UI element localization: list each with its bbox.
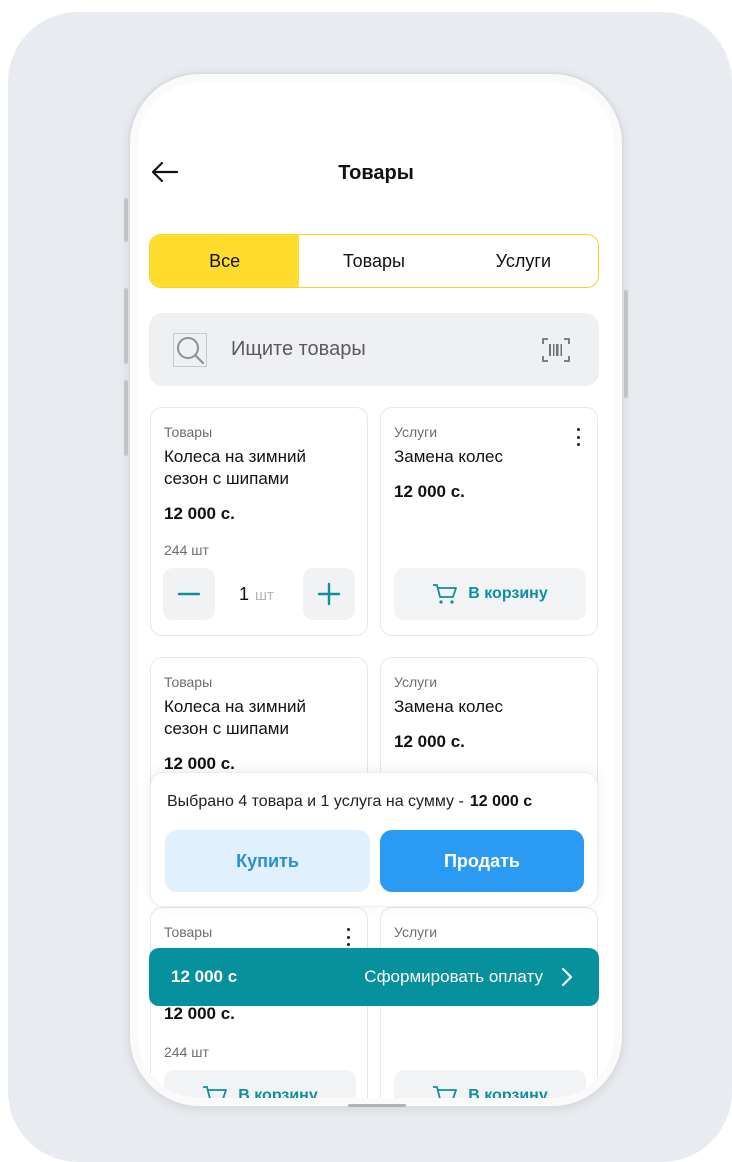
minus-icon — [177, 592, 201, 596]
increase-button[interactable] — [303, 568, 355, 620]
payment-label: Сформировать оплату — [364, 967, 543, 986]
card-category: Товары — [164, 424, 213, 440]
buy-button[interactable]: Купить — [165, 830, 370, 892]
card-name: Колеса на зимний сезон с шипами — [164, 697, 306, 738]
add-to-cart-button[interactable]: В корзину — [394, 1070, 586, 1098]
power-button — [624, 290, 628, 398]
more-vertical-icon[interactable] — [345, 928, 351, 946]
search-icon — [173, 333, 207, 367]
service-card[interactable]: Услуги Замена колес 12 000 с. В корзину — [380, 407, 598, 636]
quantity-unit: шт — [255, 587, 274, 604]
card-category: Услуги — [394, 924, 438, 940]
cart-button-label: В корзину — [468, 585, 548, 602]
add-to-cart-button[interactable]: В корзину — [164, 1070, 356, 1098]
tab-all[interactable]: Все — [150, 235, 300, 287]
decrease-button[interactable] — [163, 568, 215, 620]
card-price: 12 000 с. — [164, 1004, 235, 1023]
card-stock: 244 шт — [164, 542, 209, 558]
filter-tabs: Все Товары Услуги — [149, 234, 599, 288]
cart-icon — [433, 584, 458, 604]
page-title: Товары — [338, 162, 414, 184]
card-name: Замена колес — [394, 447, 504, 466]
app-screen: Товары Все Товары Услуги Товары Колеса н… — [138, 82, 614, 1098]
card-price: 12 000 с. — [164, 504, 235, 523]
cart-icon — [433, 1086, 458, 1098]
cart-button-label: В корзину — [238, 1087, 318, 1098]
card-price: 12 000 с. — [394, 482, 465, 501]
home-indicator — [348, 1104, 406, 1107]
card-name: Колеса на зимний сезон с шипами — [164, 447, 306, 488]
barcode-scan-icon[interactable] — [541, 337, 571, 363]
card-price: 12 000 с. — [164, 754, 235, 773]
card-name: Замена колес — [394, 697, 504, 716]
summary-text: Выбрано 4 товара и 1 услуга на сумму - 12… — [167, 793, 532, 811]
card-category: Услуги — [394, 424, 438, 440]
summary-amount: 12 000 с — [469, 793, 533, 810]
search-bar — [149, 313, 599, 386]
more-vertical-icon[interactable] — [575, 428, 581, 446]
product-card[interactable]: Товары Колеса на зимний сезон с шипами 1… — [150, 407, 368, 636]
tab-products[interactable]: Товары — [299, 235, 448, 287]
summary-description: Выбрано 4 товара и 1 услуга на сумму - — [167, 793, 464, 810]
add-to-cart-button[interactable]: В корзину — [394, 568, 586, 620]
sell-button[interactable]: Продать — [380, 830, 584, 892]
plus-icon — [317, 582, 341, 606]
card-price: 12 000 с. — [394, 732, 465, 751]
search-input[interactable] — [231, 313, 531, 386]
quantity-display: 1 шт — [239, 584, 274, 605]
tab-services[interactable]: Услуги — [449, 235, 598, 287]
selection-summary: Выбрано 4 товара и 1 услуга на сумму - 12… — [150, 772, 598, 907]
cart-icon — [203, 1086, 228, 1098]
card-category: Товары — [164, 924, 213, 940]
card-category: Товары — [164, 674, 213, 690]
card-stock: 244 шт — [164, 1044, 209, 1060]
create-payment-bar[interactable]: 12 000 с Сформировать оплату — [149, 948, 599, 1006]
chevron-right-icon — [561, 967, 573, 987]
quantity-value: 1 — [239, 584, 250, 604]
payment-total: 12 000 с — [171, 967, 238, 986]
cart-button-label: В корзину — [468, 1087, 548, 1098]
card-category: Услуги — [394, 674, 438, 690]
